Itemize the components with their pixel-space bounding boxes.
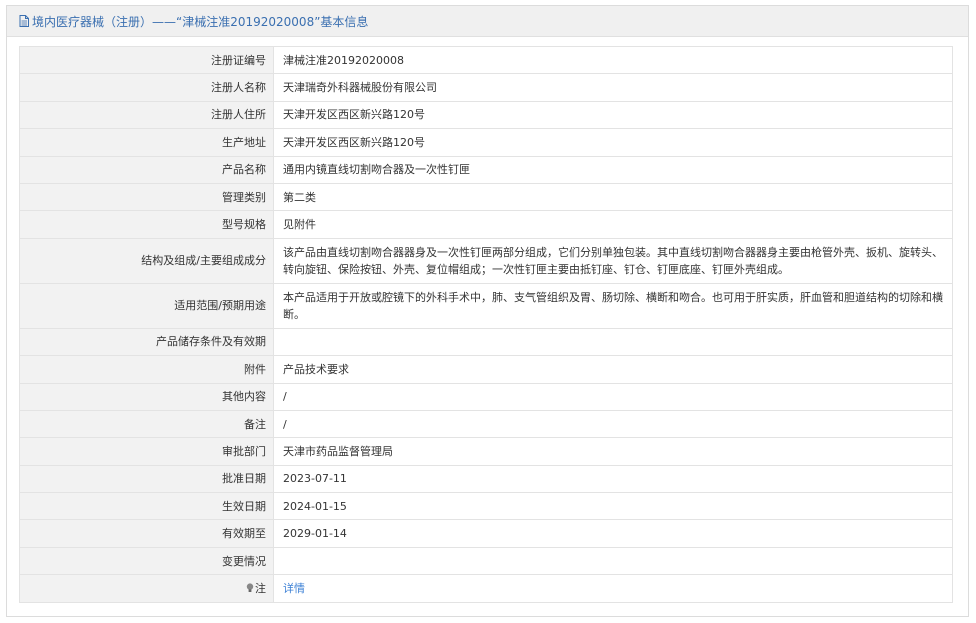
table-row: 注册人名称 天津瑞奇外科器械股份有限公司 bbox=[19, 73, 953, 102]
table-row: 变更情况 bbox=[19, 546, 953, 576]
table-row: 产品储存条件及有效期 bbox=[19, 327, 953, 357]
table-row: 其他内容 / bbox=[19, 382, 953, 411]
row-value: 天津瑞奇外科器械股份有限公司 bbox=[273, 73, 953, 102]
info-table: 注册证编号 津械注准20192020008 注册人名称 天津瑞奇外科器械股份有限… bbox=[19, 45, 953, 603]
table-row: 适用范围/预期用途 本产品适用于开放或腔镜下的外科手术中，肺、支气管组织及胃、肠… bbox=[19, 282, 953, 329]
row-value: 本产品适用于开放或腔镜下的外科手术中，肺、支气管组织及胃、肠切除、横断和吻合。也… bbox=[273, 282, 953, 329]
note-value-cell: 详情 bbox=[273, 574, 953, 603]
row-value: / bbox=[273, 409, 953, 439]
lightbulb-icon bbox=[246, 583, 254, 592]
note-row: 注 详情 bbox=[19, 574, 953, 603]
table-row: 审批部门 天津市药品监督管理局 bbox=[19, 437, 953, 466]
table-row: 有效期至 2029-01-14 bbox=[19, 519, 953, 548]
row-value: 该产品由直线切割吻合器器身及一次性钉匣两部分组成，它们分别单独包装。其中直线切割… bbox=[273, 237, 953, 284]
table-row: 生产地址 天津开发区西区新兴路120号 bbox=[19, 128, 953, 157]
table-row: 型号规格 见附件 bbox=[19, 210, 953, 239]
note-label-cell: 注 bbox=[19, 574, 274, 603]
row-value: 见附件 bbox=[273, 210, 953, 239]
row-label: 生产地址 bbox=[19, 128, 274, 157]
table-row: 注册证编号 津械注准20192020008 bbox=[19, 45, 953, 75]
table-row: 结构及组成/主要组成成分 该产品由直线切割吻合器器身及一次性钉匣两部分组成，它们… bbox=[19, 237, 953, 284]
row-value: 第二类 bbox=[273, 182, 953, 212]
row-label: 批准日期 bbox=[19, 464, 274, 494]
row-label: 适用范围/预期用途 bbox=[19, 282, 274, 329]
row-label: 产品储存条件及有效期 bbox=[19, 327, 274, 357]
row-value: 2023-07-11 bbox=[273, 464, 953, 494]
row-label: 生效日期 bbox=[19, 492, 274, 521]
table-row: 管理类别 第二类 bbox=[19, 182, 953, 212]
table-row: 产品名称 通用内镜直线切割吻合器及一次性钉匣 bbox=[19, 155, 953, 184]
row-label: 注册人名称 bbox=[19, 73, 274, 102]
row-value: 天津市药品监督管理局 bbox=[273, 437, 953, 466]
row-label: 型号规格 bbox=[19, 210, 274, 239]
document-icon bbox=[19, 15, 29, 27]
row-value: 产品技术要求 bbox=[273, 355, 953, 384]
table-row: 附件 产品技术要求 bbox=[19, 355, 953, 384]
row-label: 审批部门 bbox=[19, 437, 274, 466]
row-value: / bbox=[273, 382, 953, 411]
row-label: 产品名称 bbox=[19, 155, 274, 184]
row-label: 备注 bbox=[19, 409, 274, 439]
table-row: 备注 / bbox=[19, 409, 953, 439]
device-info-panel: 境内医疗器械（注册）——“津械注准20192020008”基本信息 注册证编号 … bbox=[6, 5, 969, 617]
row-value bbox=[273, 327, 953, 357]
note-label: 注 bbox=[255, 581, 266, 595]
page-title: 境内医疗器械（注册）——“津械注准20192020008”基本信息 bbox=[32, 14, 369, 29]
row-value: 2024-01-15 bbox=[273, 492, 953, 521]
panel-header: 境内医疗器械（注册）——“津械注准20192020008”基本信息 bbox=[7, 6, 968, 37]
row-value: 天津开发区西区新兴路120号 bbox=[273, 128, 953, 157]
table-row: 批准日期 2023-07-11 bbox=[19, 464, 953, 494]
table-row: 注册人住所 天津开发区西区新兴路120号 bbox=[19, 100, 953, 130]
row-value: 2029-01-14 bbox=[273, 519, 953, 548]
row-label: 有效期至 bbox=[19, 519, 274, 548]
row-label: 注册证编号 bbox=[19, 45, 274, 75]
table-row: 生效日期 2024-01-15 bbox=[19, 492, 953, 521]
row-value: 津械注准20192020008 bbox=[273, 45, 953, 75]
row-label: 结构及组成/主要组成成分 bbox=[19, 237, 274, 284]
row-label: 附件 bbox=[19, 355, 274, 384]
row-label: 其他内容 bbox=[19, 382, 274, 411]
row-label: 变更情况 bbox=[19, 546, 274, 576]
row-value bbox=[273, 546, 953, 576]
row-label: 管理类别 bbox=[19, 182, 274, 212]
row-value: 通用内镜直线切割吻合器及一次性钉匣 bbox=[273, 155, 953, 184]
details-link[interactable]: 详情 bbox=[283, 582, 305, 595]
row-label: 注册人住所 bbox=[19, 100, 274, 130]
row-value: 天津开发区西区新兴路120号 bbox=[273, 100, 953, 130]
